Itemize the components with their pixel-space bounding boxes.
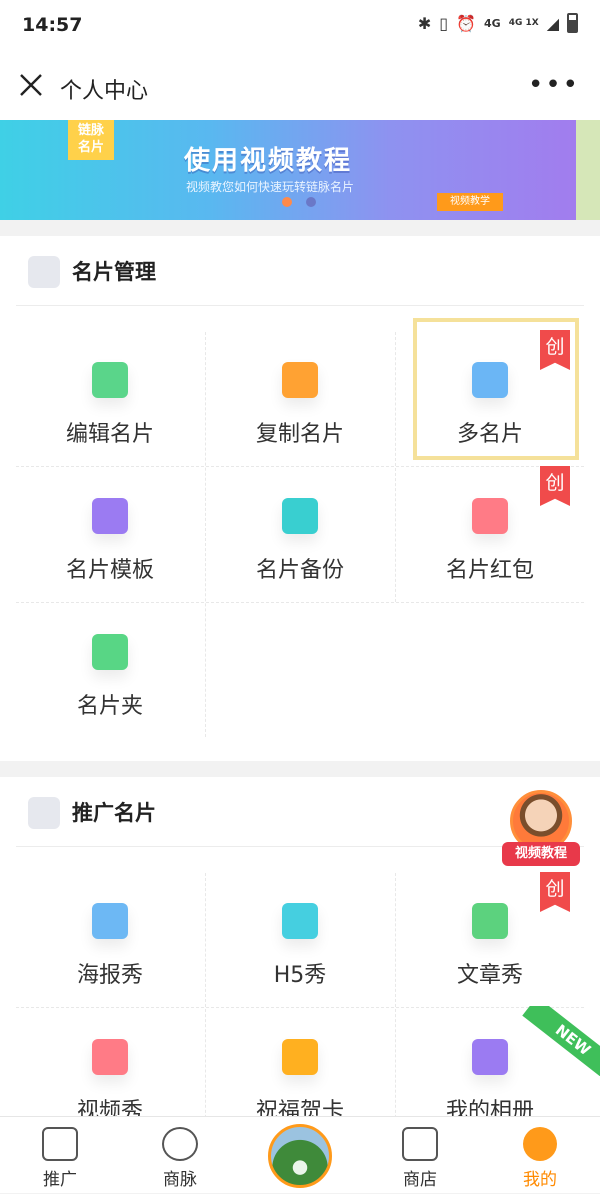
- article-doc-icon: [472, 903, 508, 939]
- video-show-button[interactable]: 视频秀: [15, 1007, 205, 1116]
- edit-card-button[interactable]: 编辑名片: [15, 330, 205, 466]
- tab-network-label: 商脉: [163, 1170, 197, 1190]
- tab-shop-label: 商店: [403, 1170, 437, 1190]
- close-icon[interactable]: [18, 72, 44, 98]
- tab-network[interactable]: 商脉: [120, 1117, 240, 1194]
- h5-show-label: H5秀: [273, 963, 327, 988]
- card-folder-label: 名片夹: [76, 694, 143, 719]
- banner-next-slide-edge: [576, 120, 600, 220]
- profile-avatar-button[interactable]: [268, 1124, 332, 1188]
- copy-card-label: 复制名片: [255, 422, 344, 447]
- video-tutorial-label: 视频教程: [502, 842, 580, 866]
- card-red-envelope-label: 名片红包: [445, 558, 534, 583]
- video-show-label: 视频秀: [76, 1099, 143, 1116]
- shop-icon: [402, 1127, 438, 1161]
- backup-layers-icon: [282, 498, 318, 534]
- card-management-header: 名片管理: [0, 236, 600, 306]
- folder-icon: [92, 634, 128, 670]
- page-title: 个人中心: [60, 79, 149, 104]
- greeting-card-icon: [282, 1039, 318, 1075]
- tab-me-label: 我的: [523, 1170, 557, 1190]
- copy-card-button[interactable]: 复制名片: [205, 330, 395, 466]
- card-backup-label: 名片备份: [255, 558, 344, 583]
- poster-show-label: 海报秀: [76, 963, 143, 988]
- promotion-title: 推广名片: [72, 801, 156, 825]
- card-template-label: 名片模板: [65, 558, 154, 583]
- card-management-grid: 编辑名片 复制名片 多名片 名片模板 名片备份 名片红包 名片夹: [0, 306, 600, 746]
- network-4g-label: 4G: [484, 16, 501, 30]
- greeting-card-button[interactable]: 祝福贺卡: [205, 1007, 395, 1116]
- card-template-button[interactable]: 名片模板: [15, 466, 205, 602]
- new-ribbon: NEW: [500, 1006, 600, 1076]
- bluetooth-icon: ✱: [417, 13, 432, 33]
- banner-subtitle: 视频教您如何快速玩转链脉名片: [186, 180, 355, 194]
- card-management-section: 名片管理 编辑名片 复制名片 多名片 名片模板 名片备份 名片红包 名片夹: [0, 236, 600, 761]
- photo-album-label: 我的相册: [445, 1099, 534, 1116]
- article-show-label: 文章秀: [456, 963, 523, 988]
- multi-card-icon: [472, 362, 508, 398]
- status-bar: 14:57 ✱ ▯ ⏰ 4G 4G 1X ◢: [0, 0, 600, 52]
- status-time: 14:57: [22, 14, 83, 36]
- poster-show-button[interactable]: 海报秀: [15, 871, 205, 1007]
- network-circle-icon: [162, 1127, 198, 1161]
- title-bar: 个人中心 •••: [0, 52, 600, 120]
- banner-logo-line2: 名片: [77, 140, 104, 155]
- battery-icon: [567, 13, 578, 33]
- status-icons: ✱ ▯ ⏰ 4G 4G 1X ◢: [418, 13, 578, 33]
- red-envelope-icon: [472, 498, 508, 534]
- carousel-dot-active[interactable]: [282, 197, 292, 207]
- atom-icon: [28, 797, 60, 829]
- template-icon: [92, 498, 128, 534]
- tutorial-banner[interactable]: 链脉 名片 使用视频教程 视频教您如何快速玩转链脉名片 视频教学: [0, 120, 600, 220]
- more-options-icon[interactable]: •••: [528, 70, 580, 100]
- video-play-icon: [92, 1039, 128, 1075]
- card-folder-button[interactable]: 名片夹: [15, 602, 205, 738]
- tab-shop[interactable]: 商店: [360, 1117, 480, 1194]
- edit-card-label: 编辑名片: [65, 422, 154, 447]
- edit-card-icon: [92, 362, 128, 398]
- new-ribbon-label: NEW: [522, 1006, 600, 1076]
- vibrate-icon: ▯: [439, 13, 449, 33]
- card-backup-button[interactable]: 名片备份: [205, 466, 395, 602]
- banner-title: 使用视频教程: [184, 146, 353, 176]
- alarm-icon: ⏰: [456, 13, 477, 33]
- network-4g-1x-label: 4G 1X: [508, 18, 539, 28]
- copy-card-icon: [282, 362, 318, 398]
- card-management-title: 名片管理: [72, 260, 156, 284]
- signal-icon: ◢: [546, 13, 559, 33]
- banner-logo: 链脉 名片: [68, 120, 114, 160]
- tab-me[interactable]: 我的: [480, 1117, 600, 1194]
- card-list-icon: [28, 256, 60, 288]
- multi-card-label: 多名片: [456, 422, 523, 447]
- video-tutorial-float-button[interactable]: 视频教程: [502, 790, 580, 872]
- banner-logo-line1: 链脉: [77, 123, 104, 138]
- me-smile-icon: [523, 1127, 557, 1161]
- tab-promote-label: 推广: [43, 1170, 77, 1190]
- banner-tag: 视频教学: [437, 193, 503, 211]
- tab-promote[interactable]: 推广: [0, 1117, 120, 1194]
- greeting-card-label: 祝福贺卡: [255, 1099, 344, 1116]
- carousel-dots: [282, 197, 316, 207]
- promote-icon: [42, 1127, 78, 1161]
- carousel-dot[interactable]: [306, 197, 316, 207]
- html5-icon: [282, 903, 318, 939]
- poster-image-icon: [92, 903, 128, 939]
- h5-show-button[interactable]: H5秀: [205, 871, 395, 1007]
